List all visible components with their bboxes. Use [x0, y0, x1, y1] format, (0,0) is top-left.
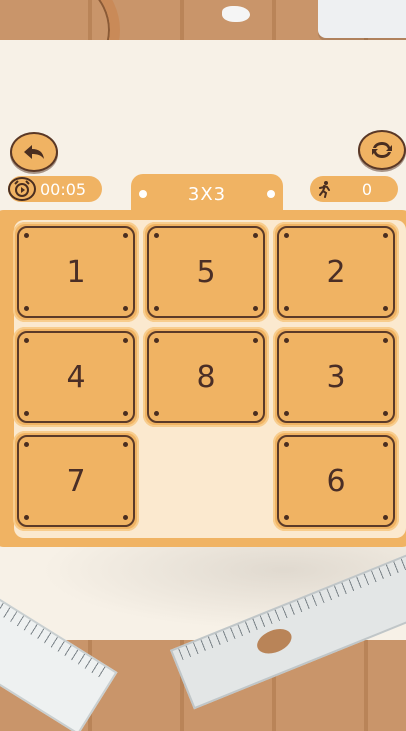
- tile-number: 2: [326, 254, 346, 290]
- rivet: [123, 442, 128, 447]
- decorative-eraser: [318, 0, 406, 38]
- puzzle-tile[interactable]: 5: [143, 222, 269, 322]
- puzzle-tile[interactable]: 6: [273, 431, 399, 531]
- rivet: [24, 338, 29, 343]
- rivet: [24, 306, 29, 311]
- tile-face: 2: [277, 226, 395, 318]
- alarm-clock-icon: [8, 177, 36, 201]
- tab-dot-left: [139, 190, 147, 198]
- mode-label: 3X3: [187, 183, 227, 205]
- tab-dot-right: [267, 190, 275, 198]
- puzzle-tile[interactable]: 1: [13, 222, 139, 322]
- tile-number: 5: [196, 254, 216, 290]
- tile-face: 6: [277, 435, 395, 527]
- tile-number: 1: [66, 254, 86, 290]
- tile-face: 4: [17, 331, 135, 423]
- rivet: [253, 306, 258, 311]
- back-button[interactable]: [10, 132, 58, 172]
- rivet: [123, 515, 128, 520]
- rivet: [123, 233, 128, 238]
- rivet: [284, 306, 289, 311]
- rivet: [284, 442, 289, 447]
- tile-face: 5: [147, 226, 265, 318]
- rivet: [24, 411, 29, 416]
- rivet: [123, 338, 128, 343]
- puzzle-tile[interactable]: 7: [13, 431, 139, 531]
- decorative-chip: [222, 6, 250, 22]
- rivet: [284, 338, 289, 343]
- back-arrow-icon: [24, 145, 44, 159]
- puzzle-tile[interactable]: 8: [143, 327, 269, 427]
- tile-face: 1: [17, 226, 135, 318]
- rivet: [253, 411, 258, 416]
- rivet: [383, 338, 388, 343]
- rivet: [383, 442, 388, 447]
- timer-value: 00:05: [40, 179, 87, 199]
- rivet: [154, 338, 159, 343]
- puzzle-tile[interactable]: 3: [273, 327, 399, 427]
- rivet: [154, 306, 159, 311]
- rivet: [24, 515, 29, 520]
- tile-face: 8: [147, 331, 265, 423]
- rivet: [253, 338, 258, 343]
- tile-number: 6: [326, 463, 346, 499]
- tile-face: 3: [277, 331, 395, 423]
- rivet: [383, 306, 388, 311]
- rivet: [284, 233, 289, 238]
- mode-tab: 3X3: [131, 174, 283, 214]
- rivet: [383, 515, 388, 520]
- rivet: [253, 233, 258, 238]
- rivet: [284, 411, 289, 416]
- rivet: [383, 233, 388, 238]
- tile-number: 3: [326, 359, 346, 395]
- rivet: [123, 306, 128, 311]
- rivet: [123, 411, 128, 416]
- rivet: [383, 411, 388, 416]
- restart-button[interactable]: [358, 130, 406, 170]
- puzzle-tile[interactable]: 2: [273, 222, 399, 322]
- rivet: [24, 233, 29, 238]
- puzzle-tile[interactable]: 4: [13, 327, 139, 427]
- running-man-icon: [310, 177, 338, 201]
- rivet: [154, 411, 159, 416]
- timer-display: 00:05: [8, 176, 102, 202]
- rivet: [284, 515, 289, 520]
- tile-face: 7: [17, 435, 135, 527]
- rivet: [154, 233, 159, 238]
- tile-number: 8: [196, 359, 216, 395]
- moves-counter: 0: [310, 176, 398, 202]
- restart-icon: [372, 142, 392, 158]
- tile-number: 7: [66, 463, 86, 499]
- moves-value: 0: [361, 179, 372, 199]
- tile-number: 4: [66, 359, 86, 395]
- rivet: [24, 442, 29, 447]
